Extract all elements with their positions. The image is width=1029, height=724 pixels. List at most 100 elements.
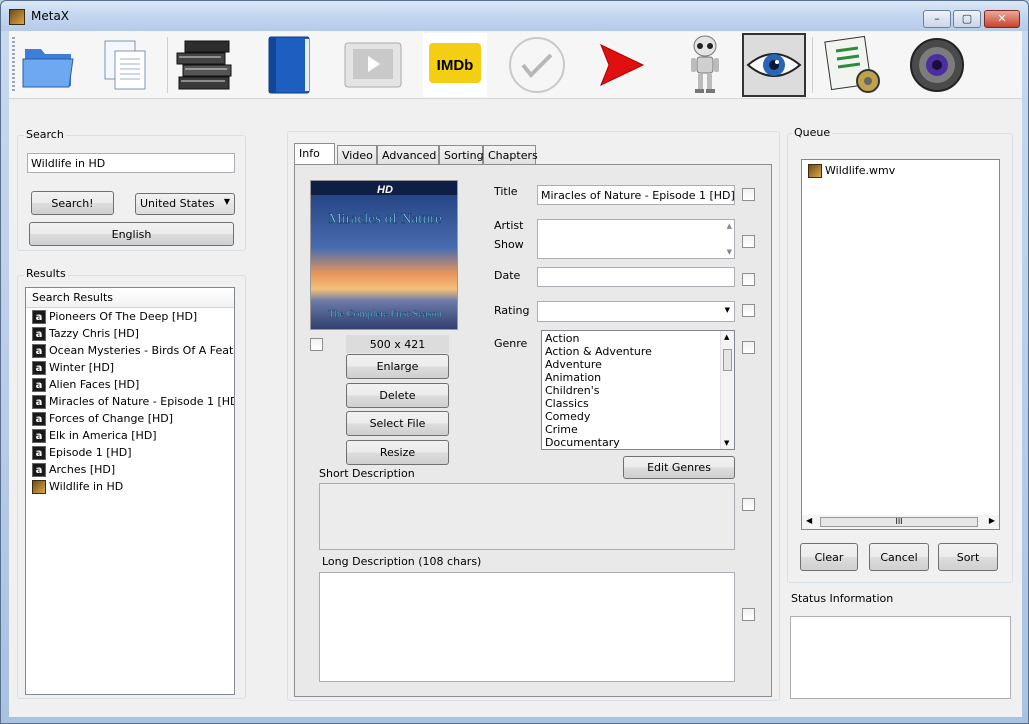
amazon-icon: a bbox=[32, 462, 46, 477]
genre-item[interactable]: Classics bbox=[545, 397, 731, 410]
blue-book-icon[interactable] bbox=[257, 33, 321, 97]
short-description-label: Short Description bbox=[319, 467, 415, 480]
result-item[interactable]: a Pioneers Of The Deep [HD] bbox=[26, 308, 234, 325]
scroll-right-icon[interactable]: ▶ bbox=[989, 516, 995, 525]
queue-item-label: Wildlife.wmv bbox=[825, 164, 896, 177]
image-checkbox[interactable] bbox=[310, 338, 323, 351]
minimize-button[interactable]: – bbox=[923, 10, 951, 28]
queue-item[interactable]: Wildlife.wmv bbox=[802, 162, 999, 179]
result-item[interactable]: Wildlife in HD bbox=[26, 478, 234, 495]
scroll-down-icon[interactable]: ▼ bbox=[727, 248, 732, 256]
toolbar-separator bbox=[167, 37, 168, 93]
artist-label: Artist bbox=[494, 219, 524, 232]
clear-button[interactable]: Clear bbox=[800, 543, 858, 571]
webcam-icon[interactable] bbox=[905, 33, 969, 97]
result-item[interactable]: a Elk in America [HD] bbox=[26, 427, 234, 444]
robot-icon[interactable] bbox=[673, 33, 737, 97]
image-size-label: 500 x 421 bbox=[346, 335, 449, 353]
artist-checkbox[interactable] bbox=[742, 235, 755, 248]
queue-list[interactable]: Wildlife.wmv ◀ III ▶ bbox=[801, 159, 1000, 530]
genre-list[interactable]: Action Action & Adventure Adventure Animati… bbox=[541, 330, 735, 450]
cover-subtitle: The Complete First Season bbox=[328, 309, 443, 320]
artist-show-input[interactable]: ▲ ▼ bbox=[537, 219, 735, 259]
scroll-up-icon[interactable]: ▲ bbox=[724, 333, 729, 341]
date-checkbox[interactable] bbox=[742, 273, 755, 286]
copy-documents-icon[interactable] bbox=[93, 33, 157, 97]
imdb-icon[interactable]: IMDb bbox=[423, 33, 487, 97]
genre-item[interactable]: Animation bbox=[545, 371, 731, 384]
eye-icon[interactable] bbox=[742, 33, 806, 97]
long-description-input[interactable] bbox=[319, 572, 735, 682]
genre-item[interactable]: Children's bbox=[545, 384, 731, 397]
long-description-checkbox[interactable] bbox=[742, 608, 755, 621]
result-item[interactable]: a Forces of Change [HD] bbox=[26, 410, 234, 427]
tab-advanced[interactable]: Advanced bbox=[377, 145, 439, 165]
result-item-label: Ocean Mysteries - Birds Of A Feathe... bbox=[49, 344, 234, 357]
rating-checkbox[interactable] bbox=[742, 304, 755, 317]
country-select[interactable]: United States ▼ bbox=[135, 193, 235, 215]
result-item[interactable]: a Winter [HD] bbox=[26, 359, 234, 376]
scroll-down-icon[interactable]: ▼ bbox=[724, 439, 729, 447]
toolbar-grip[interactable] bbox=[12, 37, 15, 93]
genre-item[interactable]: Documentary bbox=[545, 436, 731, 449]
tab-chapters[interactable]: Chapters bbox=[483, 145, 538, 165]
queue-scrollbar[interactable]: ◀ III ▶ bbox=[802, 515, 999, 529]
sort-button[interactable]: Sort bbox=[938, 543, 998, 571]
tab-video[interactable]: Video bbox=[337, 145, 377, 165]
result-item-label: Episode 1 [HD] bbox=[49, 446, 132, 459]
genre-item[interactable]: Action & Adventure bbox=[545, 345, 731, 358]
genre-item[interactable]: Adventure bbox=[545, 358, 731, 371]
toolbar: IMDb bbox=[9, 31, 1022, 99]
edit-genres-button[interactable]: Edit Genres bbox=[623, 456, 735, 479]
scroll-left-icon[interactable]: ◀ bbox=[806, 516, 812, 525]
enlarge-button[interactable]: Enlarge bbox=[346, 354, 449, 379]
title-label: Title bbox=[494, 185, 518, 198]
genre-item[interactable]: Crime bbox=[545, 423, 731, 436]
result-item[interactable]: a Miracles of Nature - Episode 1 [HD] bbox=[26, 393, 234, 410]
close-button[interactable]: ✕ bbox=[984, 10, 1020, 28]
chevron-down-icon: ▼ bbox=[724, 306, 730, 314]
status-textbox bbox=[790, 616, 1011, 699]
result-item[interactable]: a Arches [HD] bbox=[26, 461, 234, 478]
title-checkbox[interactable] bbox=[742, 188, 755, 201]
rating-select[interactable]: ▼ bbox=[537, 301, 735, 322]
delete-button[interactable]: Delete bbox=[346, 383, 449, 408]
select-file-button[interactable]: Select File bbox=[346, 411, 449, 436]
window-title: MetaX bbox=[31, 9, 70, 23]
red-arrow-icon[interactable] bbox=[589, 33, 653, 97]
genre-item[interactable]: Comedy bbox=[545, 410, 731, 423]
result-item[interactable]: a Alien Faces [HD] bbox=[26, 376, 234, 393]
tab-sorting[interactable]: Sorting bbox=[439, 145, 484, 165]
resize-button[interactable]: Resize bbox=[346, 440, 449, 465]
chevron-down-icon: ▼ bbox=[223, 197, 230, 206]
scroll-up-icon[interactable]: ▲ bbox=[727, 222, 732, 230]
genre-scrollbar[interactable]: ▲ ▼ bbox=[720, 331, 734, 449]
books-stack-icon[interactable] bbox=[173, 33, 237, 97]
result-item[interactable]: aOcean Mysteries - Birds Of A Feathe... bbox=[26, 342, 234, 359]
country-select-value: United States bbox=[140, 197, 215, 210]
checklist-icon[interactable] bbox=[821, 33, 885, 97]
tv-play-icon[interactable] bbox=[341, 33, 405, 97]
search-button[interactable]: Search! bbox=[31, 191, 114, 215]
date-input[interactable] bbox=[537, 267, 735, 287]
results-list[interactable]: Search Results a Pioneers Of The Deep [HD… bbox=[25, 287, 235, 695]
result-item-label: Miracles of Nature - Episode 1 [HD] bbox=[49, 395, 234, 408]
genre-scroll-thumb[interactable] bbox=[723, 349, 732, 371]
language-button[interactable]: English bbox=[29, 222, 234, 246]
genre-checkbox[interactable] bbox=[742, 341, 755, 354]
title-input[interactable]: Miracles of Nature - Episode 1 [HD] bbox=[537, 185, 735, 205]
short-description-checkbox[interactable] bbox=[742, 498, 755, 511]
result-item[interactable]: a Episode 1 [HD] bbox=[26, 444, 234, 461]
result-item-label: Wildlife in HD bbox=[49, 480, 124, 493]
maximize-button[interactable]: ▢ bbox=[953, 10, 981, 28]
search-input[interactable]: Wildlife in HD bbox=[27, 153, 235, 173]
results-list-header[interactable]: Search Results bbox=[26, 288, 234, 308]
result-item[interactable]: a Tazzy Chris [HD] bbox=[26, 325, 234, 342]
genre-item[interactable]: Action bbox=[545, 332, 731, 345]
tab-info[interactable]: Info bbox=[294, 143, 335, 165]
short-description-input[interactable] bbox=[319, 483, 735, 550]
open-folder-icon[interactable] bbox=[17, 33, 81, 97]
queue-scroll-thumb[interactable]: III bbox=[820, 517, 978, 527]
cancel-button[interactable]: Cancel bbox=[869, 543, 929, 571]
checkmark-icon[interactable] bbox=[505, 33, 569, 97]
